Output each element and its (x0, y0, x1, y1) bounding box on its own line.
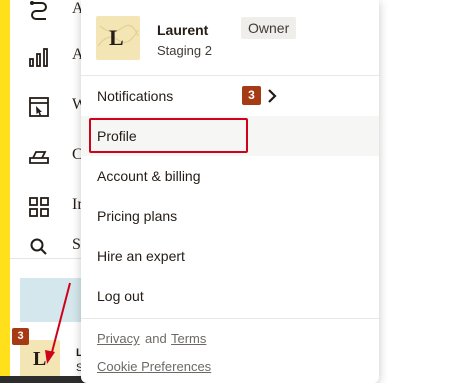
menu-item-pricing-plans[interactable]: Pricing plans (81, 196, 379, 236)
role-badge: Owner (241, 17, 297, 39)
content-icon (29, 151, 49, 164)
user-avatar[interactable]: L (20, 340, 60, 378)
chevron-right-icon[interactable] (267, 89, 277, 103)
analytics-icon (29, 48, 48, 67)
menu-item-label: Notifications (97, 88, 174, 104)
notification-count-badge: 3 (12, 328, 29, 345)
menu-avatar-letter: L (109, 25, 124, 50)
menu-divider (81, 318, 379, 319)
avatar-letter: L (33, 348, 47, 370)
profile-highlight-box (89, 118, 248, 153)
menu-item-label: Log out (97, 288, 144, 304)
menu-item-notifications[interactable]: Notifications (81, 76, 379, 116)
integrations-icon (29, 197, 49, 217)
sidebar-item-label: S (72, 236, 81, 253)
menu-org-name: Staging 2 (157, 43, 212, 58)
search-icon (30, 238, 47, 255)
notification-badge: 3 (242, 86, 261, 105)
terms-link[interactable]: Terms (171, 331, 206, 346)
privacy-link[interactable]: Privacy (97, 331, 140, 346)
menu-item-label: Hire an expert (97, 248, 185, 264)
menu-item-hire-expert[interactable]: Hire an expert (81, 236, 379, 276)
menu-user-name: Laurent (157, 22, 209, 38)
menu-item-label: Pricing plans (97, 208, 178, 224)
footer-and-text: and (145, 331, 167, 346)
cookie-preferences-link[interactable]: Cookie Preferences (97, 359, 211, 374)
account-menu: L Laurent Owner Staging 2 Notifications … (81, 0, 379, 383)
menu-item-label: Account & billing (97, 168, 201, 184)
route-icon (30, 1, 47, 20)
brand-edge-bar (0, 0, 10, 383)
menu-avatar: L (96, 16, 140, 60)
menu-item-account-billing[interactable]: Account & billing (81, 156, 379, 196)
website-icon (29, 97, 49, 117)
menu-item-log-out[interactable]: Log out (81, 276, 379, 316)
